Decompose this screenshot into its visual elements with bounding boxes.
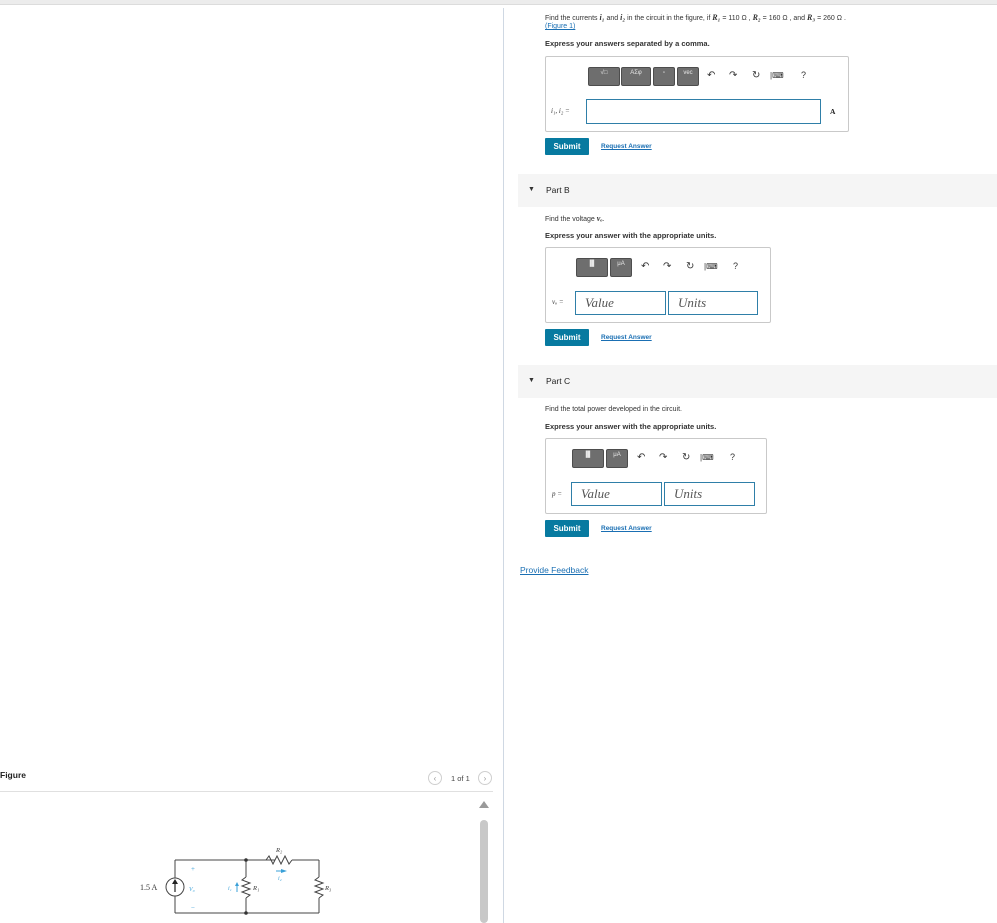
templates-button[interactable]: √□ bbox=[588, 67, 620, 86]
partB-title: Part B bbox=[546, 185, 570, 195]
var-r3: R₃ bbox=[807, 13, 816, 22]
partC-template-button[interactable]: ▐▌ bbox=[572, 449, 604, 468]
figure-divider bbox=[0, 791, 493, 792]
keyboard-icon[interactable]: |⌨ bbox=[700, 453, 714, 462]
keyboard-icon[interactable]: |⌨ bbox=[704, 262, 718, 271]
template-icon: ▐▌ bbox=[583, 452, 593, 458]
partB-units-button[interactable]: μA bbox=[610, 258, 632, 277]
template-icon: ▐▌ bbox=[587, 261, 597, 267]
partB-help-button[interactable]: ? bbox=[733, 261, 738, 271]
partB-header[interactable]: ▼ Part B bbox=[518, 174, 997, 207]
partB-template-button[interactable]: ▐▌ bbox=[576, 258, 608, 277]
templates-label: √□ bbox=[600, 70, 608, 76]
redo-icon[interactable]: ↷ bbox=[729, 70, 737, 81]
figure-scrollbar[interactable] bbox=[480, 820, 488, 923]
question-and-2: and bbox=[793, 15, 806, 22]
redo-icon[interactable]: ↷ bbox=[663, 261, 671, 272]
partC-header[interactable]: ▼ Part C bbox=[518, 365, 997, 398]
fraction-icon: ▫ bbox=[662, 70, 666, 76]
var-v0: vₒ bbox=[596, 214, 603, 223]
reset-icon[interactable]: ↻ bbox=[682, 452, 690, 463]
reset-icon[interactable]: ↻ bbox=[686, 261, 694, 272]
vector-button[interactable]: vec bbox=[677, 67, 699, 86]
prev-figure-button[interactable]: ‹ bbox=[428, 771, 442, 785]
undo-icon[interactable]: ↶ bbox=[707, 70, 715, 81]
partB-instruction: Express your answer with the appropriate… bbox=[545, 231, 717, 240]
partC-title: Part C bbox=[546, 376, 571, 386]
greek-button[interactable]: AΣφ bbox=[621, 67, 651, 86]
v0-label: V₀ bbox=[189, 887, 195, 893]
keyboard-icon[interactable]: |⌨ bbox=[770, 71, 784, 80]
figure-label: Figure bbox=[0, 770, 26, 780]
plus-label: + bbox=[191, 865, 195, 873]
i2-label: i₂ bbox=[278, 876, 282, 882]
partB-prompt-text: Find the voltage bbox=[545, 216, 595, 223]
partB-value-input[interactable]: Value bbox=[575, 291, 666, 315]
partA-request-answer[interactable]: Request Answer bbox=[601, 143, 652, 150]
question-mid: in the circuit in the figure, if bbox=[627, 15, 711, 22]
i1-arrow-icon bbox=[235, 882, 239, 886]
source-arrow-icon bbox=[172, 879, 178, 884]
greek-label: AΣφ bbox=[630, 70, 642, 76]
r1-label: R₁ bbox=[252, 885, 259, 892]
question-prefix: Find the currents bbox=[545, 15, 598, 22]
collapse-caret-icon: ▼ bbox=[528, 186, 535, 193]
figure-link[interactable]: (Figure 1) bbox=[545, 23, 575, 30]
partB-field-label: vₒ = bbox=[552, 298, 564, 306]
partB-submit-button[interactable]: Submit bbox=[545, 329, 589, 346]
scroll-up-arrow-icon[interactable] bbox=[479, 801, 489, 808]
r2-value: = 160 Ω , bbox=[762, 15, 792, 22]
partC-field-label: p = bbox=[552, 490, 562, 498]
panel-divider bbox=[503, 8, 504, 923]
partA-field-label: i₁, i₂ = bbox=[551, 107, 570, 115]
partB-request-answer[interactable]: Request Answer bbox=[601, 334, 652, 341]
var-i2: i₂ bbox=[620, 13, 626, 22]
partC-request-answer[interactable]: Request Answer bbox=[601, 525, 652, 532]
var-i1: i₁ bbox=[599, 13, 605, 22]
source-value-label: 1.5 A bbox=[140, 883, 158, 892]
question-text: Find the currents i₁ and i₂ in the circu… bbox=[545, 14, 985, 31]
units-btn-label: μA bbox=[613, 452, 621, 458]
reset-icon[interactable]: ↻ bbox=[752, 70, 760, 81]
vec-label: vec bbox=[683, 70, 693, 76]
minus-label: − bbox=[191, 904, 195, 912]
partC-prompt: Find the total power developed in the ci… bbox=[545, 406, 682, 413]
redo-icon[interactable]: ↷ bbox=[659, 452, 667, 463]
var-r1: R₁ bbox=[712, 13, 721, 22]
top-bar bbox=[0, 0, 997, 5]
partC-instruction: Express your answer with the appropriate… bbox=[545, 422, 717, 431]
question-and: and bbox=[606, 15, 619, 22]
partC-value-input[interactable]: Value bbox=[571, 482, 662, 506]
partB-units-input[interactable]: Units bbox=[668, 291, 758, 315]
provide-feedback-link[interactable]: Provide Feedback bbox=[520, 565, 589, 575]
undo-icon[interactable]: ↶ bbox=[641, 261, 649, 272]
r3-label: R₃ bbox=[324, 885, 331, 892]
r3-value: = 260 Ω . bbox=[817, 15, 846, 22]
i1-label: i₁ bbox=[228, 886, 232, 892]
circuit-diagram: 1.5 A + V₀ − i₁ R₁ R₂ i₂ R₃ bbox=[140, 847, 331, 915]
partA-submit-button[interactable]: Submit bbox=[545, 138, 589, 155]
var-r2: R₂ bbox=[752, 13, 761, 22]
units-btn-label: μA bbox=[617, 261, 625, 267]
chevron-left-icon: ‹ bbox=[433, 773, 437, 783]
resistor-r1 bbox=[240, 876, 252, 899]
partC-units-input[interactable]: Units bbox=[664, 482, 755, 506]
collapse-caret-icon: ▼ bbox=[528, 377, 535, 384]
partC-help-button[interactable]: ? bbox=[730, 452, 735, 462]
fraction-button[interactable]: ▫ bbox=[653, 67, 675, 86]
r1-value: = 110 Ω , bbox=[722, 15, 751, 22]
partA-answer-input[interactable] bbox=[586, 99, 821, 124]
partA-help-button[interactable]: ? bbox=[801, 70, 806, 80]
resistor-r3 bbox=[313, 876, 325, 899]
r2-label: R₂ bbox=[275, 847, 283, 854]
figure-pager: 1 of 1 bbox=[451, 774, 470, 783]
partB-prompt: Find the voltage vₒ. bbox=[545, 214, 605, 224]
partC-units-button[interactable]: μA bbox=[606, 449, 628, 468]
partA-instruction: Express your answers separated by a comm… bbox=[545, 39, 710, 48]
partA-unit: A bbox=[830, 107, 836, 116]
undo-icon[interactable]: ↶ bbox=[637, 452, 645, 463]
partC-submit-button[interactable]: Submit bbox=[545, 520, 589, 537]
next-figure-button[interactable]: › bbox=[478, 771, 492, 785]
chevron-right-icon: › bbox=[483, 773, 487, 783]
